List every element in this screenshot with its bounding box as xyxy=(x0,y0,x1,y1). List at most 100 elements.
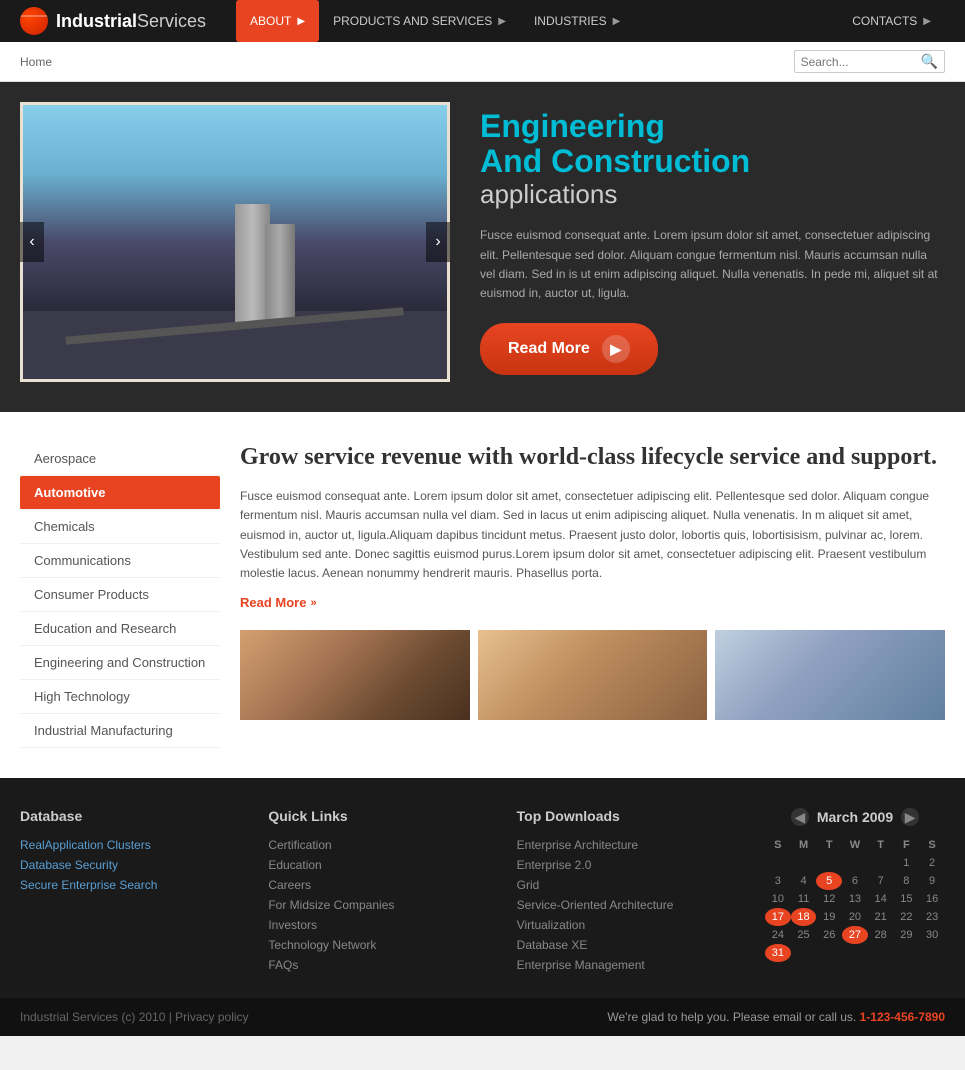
hero-image xyxy=(20,102,450,382)
sidebar-item-chemicals[interactable]: Chemicals xyxy=(20,510,220,544)
cal-week-6: 31 xyxy=(765,944,945,962)
copyright: Industrial Services (c) 2010 | Privacy p… xyxy=(20,1010,249,1024)
content-read-more[interactable]: Read More » xyxy=(240,595,945,610)
breadcrumb[interactable]: Home xyxy=(20,55,52,69)
industrial-scene xyxy=(23,105,447,379)
hero-title-line2: And Construction xyxy=(480,144,945,179)
search-input[interactable] xyxy=(801,55,921,69)
cal-day: 15 xyxy=(894,890,920,908)
footer-ql-technetwork[interactable]: Technology Network xyxy=(268,938,496,952)
cal-week-5: 24 25 26 27 28 29 30 xyxy=(765,926,945,944)
phone-number[interactable]: 1-123-456-7890 xyxy=(860,1010,945,1024)
breadcrumb-bar: Home 🔍 xyxy=(0,42,965,82)
cal-header-sat: S xyxy=(919,836,945,854)
sidebar-item-industrial[interactable]: Industrial Manufacturing xyxy=(20,714,220,748)
cal-day-highlight[interactable]: 27 xyxy=(842,926,868,944)
cal-day: 1 xyxy=(894,854,920,872)
header: IndustrialServices ABOUT ▶ PRODUCTS AND … xyxy=(0,0,965,42)
footer-td-enterprise-mgmt[interactable]: Enterprise Management xyxy=(517,958,745,972)
cal-day: 29 xyxy=(894,926,920,944)
footer-td-virtualization[interactable]: Virtualization xyxy=(517,918,745,932)
footer-ql-education[interactable]: Education xyxy=(268,858,496,872)
footer-td-enterprise2[interactable]: Enterprise 2.0 xyxy=(517,858,745,872)
footer-ql-certification[interactable]: Certification xyxy=(268,838,496,852)
calendar-table: S M T W T F S 1 2 xyxy=(765,836,945,962)
sidebar-item-engineering[interactable]: Engineering and Construction xyxy=(20,646,220,680)
footer-ql-faqs[interactable]: FAQs xyxy=(268,958,496,972)
footer-quick-links: Quick Links Certification Education Care… xyxy=(268,808,496,978)
cal-day: 6 xyxy=(842,872,868,890)
logo[interactable]: IndustrialServices xyxy=(20,7,206,35)
sidebar-item-consumer-products[interactable]: Consumer Products xyxy=(20,578,220,612)
main-content: Grow service revenue with world-class li… xyxy=(240,442,945,748)
footer-link-dbsecurity[interactable]: Database Security xyxy=(20,858,248,872)
arrow-icon: ▶ xyxy=(613,16,621,27)
footer-quick-links-title: Quick Links xyxy=(268,808,496,824)
sidebar: Aerospace Automotive Chemicals Communica… xyxy=(20,442,220,748)
cal-header-wed: W xyxy=(842,836,868,854)
calendar-prev-button[interactable]: ◀ xyxy=(791,808,809,826)
sidebar-item-aerospace[interactable]: Aerospace xyxy=(20,442,220,476)
cal-week-3: 10 11 12 13 14 15 16 xyxy=(765,890,945,908)
footer-td-enterprise-arch[interactable]: Enterprise Architecture xyxy=(517,838,745,852)
calendar-next-button[interactable]: ▶ xyxy=(901,808,919,826)
cal-day: 22 xyxy=(894,908,920,926)
content-title: Grow service revenue with world-class li… xyxy=(240,442,945,473)
sidebar-item-communications[interactable]: Communications xyxy=(20,544,220,578)
cal-day: 4 xyxy=(791,872,817,890)
footer-td-databasexe[interactable]: Database XE xyxy=(517,938,745,952)
cal-day xyxy=(868,944,894,962)
slider-prev-button[interactable]: ‹ xyxy=(20,222,44,262)
cal-day xyxy=(868,854,894,872)
footer-ql-careers[interactable]: Careers xyxy=(268,878,496,892)
nav-about[interactable]: ABOUT ▶ xyxy=(236,0,319,42)
cal-week-1: 1 2 xyxy=(765,854,945,872)
read-more-button[interactable]: Read More ▶ xyxy=(480,323,658,375)
nav-industries[interactable]: INDUSTRIES ▶ xyxy=(520,0,634,42)
footer-top-downloads: Top Downloads Enterprise Architecture En… xyxy=(517,808,745,978)
btn-arrow-icon: ▶ xyxy=(602,335,630,363)
nav-contacts[interactable]: CONTACTS ▶ xyxy=(838,0,945,42)
globe-icon xyxy=(20,7,48,35)
cal-header-sun: S xyxy=(765,836,791,854)
cal-day-highlight[interactable]: 31 xyxy=(765,944,791,962)
footer-ql-midsize[interactable]: For Midsize Companies xyxy=(268,898,496,912)
footer-ql-investors[interactable]: Investors xyxy=(268,918,496,932)
sidebar-item-high-technology[interactable]: High Technology xyxy=(20,680,220,714)
footer-top-downloads-title: Top Downloads xyxy=(517,808,745,824)
footer-td-soa[interactable]: Service-Oriented Architecture xyxy=(517,898,745,912)
image-grid xyxy=(240,630,945,720)
cal-day xyxy=(791,944,817,962)
cal-day: 30 xyxy=(919,926,945,944)
cal-day: 20 xyxy=(842,908,868,926)
cal-day xyxy=(919,944,945,962)
cal-day xyxy=(842,944,868,962)
grid-image-3 xyxy=(715,630,945,720)
cal-day: 13 xyxy=(842,890,868,908)
cal-day xyxy=(791,854,817,872)
cal-day: 23 xyxy=(919,908,945,926)
nav-products-services[interactable]: PRODUCTS AND SERVICES ▶ xyxy=(319,0,520,42)
cal-day: 26 xyxy=(816,926,842,944)
cal-day-today[interactable]: 5 xyxy=(816,872,842,890)
footer-link-enterprise-search[interactable]: Secure Enterprise Search xyxy=(20,878,248,892)
slider-next-button[interactable]: › xyxy=(426,222,450,262)
cal-day-highlight[interactable]: 18 xyxy=(791,908,817,926)
cal-day-highlight[interactable]: 17 xyxy=(765,908,791,926)
grid-image-1 xyxy=(240,630,470,720)
cal-day: 2 xyxy=(919,854,945,872)
search-icon[interactable]: 🔍 xyxy=(921,53,938,70)
cal-day: 12 xyxy=(816,890,842,908)
sidebar-item-automotive[interactable]: Automotive xyxy=(20,476,220,510)
brand-industrial: Industrial xyxy=(56,11,137,32)
hero-slider: ‹ › xyxy=(20,102,450,382)
hero-content: Engineering And Construction application… xyxy=(480,109,945,375)
sidebar-item-education[interactable]: Education and Research xyxy=(20,612,220,646)
cal-day: 8 xyxy=(894,872,920,890)
hero-title-line1: Engineering xyxy=(480,109,945,144)
cal-day: 7 xyxy=(868,872,894,890)
footer-link-realapp[interactable]: RealApplication Clusters xyxy=(20,838,248,852)
footer-calendar: ◀ March 2009 ▶ S M T W T F S xyxy=(765,808,945,978)
grid-image-2 xyxy=(478,630,708,720)
footer-td-grid[interactable]: Grid xyxy=(517,878,745,892)
